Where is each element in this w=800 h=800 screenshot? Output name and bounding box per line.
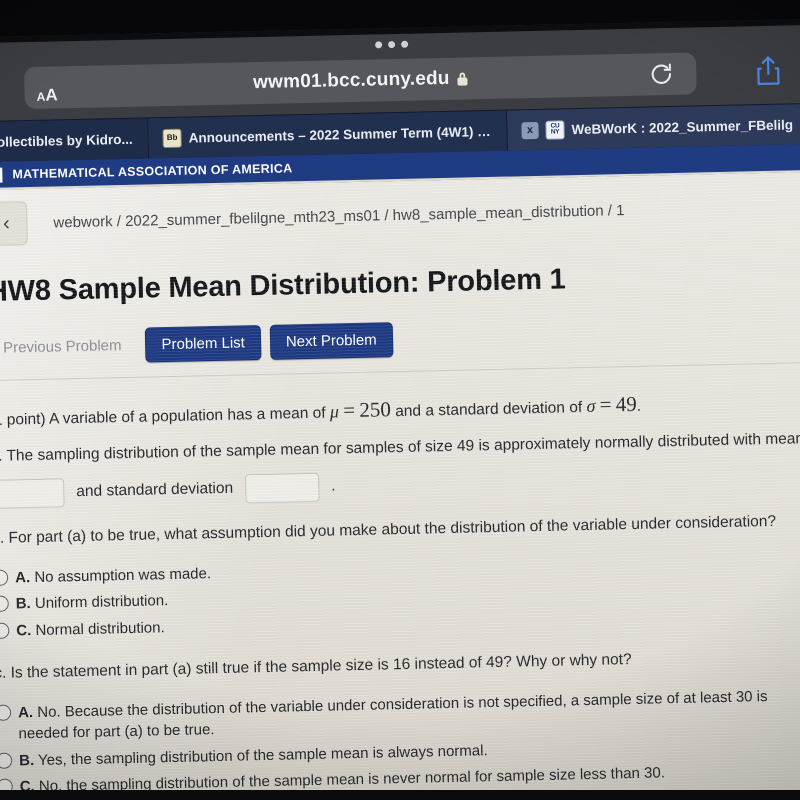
text-size-button[interactable]: AA <box>36 85 58 105</box>
mean-answer-input[interactable] <box>0 478 65 509</box>
option-letter: C. <box>16 621 32 640</box>
option-text: Yes, the sampling distribution of the sa… <box>37 741 488 769</box>
previous-problem-button: Previous Problem <box>2 337 122 357</box>
option-letter: B. <box>18 751 35 770</box>
part-a-text: a. The sampling distribution of the samp… <box>0 429 800 465</box>
tab-webwork-active[interactable]: x CU NY WeBWorK : 2022_Summer_FBelilg <box>507 103 800 151</box>
option-text: No assumption was made. <box>34 565 212 587</box>
three-dots-icon[interactable] <box>375 40 409 49</box>
page-title: HW8 Sample Mean Distribution: Problem 1 <box>0 263 566 308</box>
sigma-symbol: σ <box>586 395 596 416</box>
radio-icon[interactable] <box>0 704 12 722</box>
option-text: Uniform distribution. <box>34 592 169 613</box>
share-icon[interactable] <box>754 54 783 89</box>
problem-panel: (1 point) A variable of a population has… <box>0 361 800 800</box>
option-letter: A. <box>14 569 31 587</box>
mu-value: 250 <box>359 397 392 422</box>
tab-collectibles[interactable]: & Collectibles by Kidro... <box>0 118 150 163</box>
radio-icon[interactable] <box>0 569 9 586</box>
part-a-trailing-period: . <box>330 477 336 495</box>
chevron-left-icon[interactable]: ‹ <box>0 201 28 246</box>
option-label: B. Uniform distribution. <box>16 590 169 615</box>
problem-stem-pre: A variable of a population has a mean of <box>48 404 326 428</box>
tab-label: Announcements – 2022 Summer Term (4W1) P… <box>188 123 493 146</box>
option-letter: A. <box>17 704 34 722</box>
standard-deviation-answer-input[interactable] <box>244 472 320 504</box>
maa-logo-icon <box>0 167 3 183</box>
radio-icon[interactable] <box>0 752 13 769</box>
reload-icon[interactable] <box>648 61 675 88</box>
device-bezel-bottom <box>0 790 800 800</box>
problem-points: (1 point) <box>0 410 46 429</box>
address-bar[interactable]: wwm01.bcc.cuny.edu <box>24 52 697 110</box>
radio-icon[interactable] <box>0 622 10 639</box>
text-size-label: A <box>45 85 58 105</box>
option-letter: B. <box>15 595 31 613</box>
blackboard-favicon-icon: Bb <box>162 128 182 148</box>
radio-icon[interactable] <box>0 595 9 613</box>
breadcrumb[interactable]: webwork / 2022_summer_fbelilgne_mth23_ms… <box>53 202 624 231</box>
option-label: A. No assumption was made. <box>15 563 211 589</box>
lock-icon <box>457 72 467 85</box>
option-label: C. Normal distribution. <box>16 617 165 642</box>
equals-sign: = <box>342 397 356 423</box>
part-c-choices: A. No. Because the distribution of the v… <box>0 685 800 798</box>
and-standard-deviation-label: and standard deviation <box>76 479 234 501</box>
problem-list-button[interactable]: Problem List <box>145 325 262 363</box>
tablet-screen: wwm01.bcc.cuny.edu AA Collectibles by Ki… <box>0 18 800 800</box>
sigma-value: 49 <box>615 391 638 417</box>
maa-banner-text: MATHEMATICAL ASSOCIATION OF AMERICA <box>12 161 293 182</box>
option-text: No. Because the distribution of the vari… <box>18 688 768 743</box>
part-c-text: c. Is the statement in part (a) still tr… <box>0 650 632 682</box>
problem-statement: (1 point) A variable of a population has… <box>0 385 800 434</box>
address-bar-url: wwm01.bcc.cuny.edu <box>252 67 450 94</box>
mu-symbol: μ <box>329 401 340 422</box>
cuny-favicon-icon: CU NY <box>545 119 565 140</box>
equals-sign-2: = <box>599 392 612 417</box>
tab-announcements[interactable]: Bb Announcements – 2022 Summer Term (4W1… <box>148 110 508 159</box>
close-icon[interactable]: x <box>521 121 539 139</box>
part-b-text: b. For part (a) to be true, what assumpt… <box>0 512 777 547</box>
problem-stem-mid: and a standard deviation of <box>395 399 583 421</box>
period: . <box>636 397 642 415</box>
part-a-answer-row: and standard deviation . <box>0 462 800 509</box>
problem-nav-buttons: Previous Problem Problem List Next Probl… <box>0 313 800 366</box>
tab-label: WeBWorK : 2022_Summer_FBelilg <box>571 116 794 137</box>
option-label: B. Yes, the sampling distribution of the… <box>19 740 488 772</box>
webwork-page: ‹ webwork / 2022_summer_fbelilgne_mth23_… <box>0 171 800 800</box>
tab-label: & Collectibles by Kidro... <box>0 131 133 150</box>
next-problem-button[interactable]: Next Problem <box>269 322 394 360</box>
option-text: Normal distribution. <box>35 618 165 639</box>
photo-of-tablet-screen: wwm01.bcc.cuny.edu AA Collectibles by Ki… <box>0 0 800 800</box>
part-b-choices: A. No assumption was made. B. Uniform di… <box>0 550 800 642</box>
